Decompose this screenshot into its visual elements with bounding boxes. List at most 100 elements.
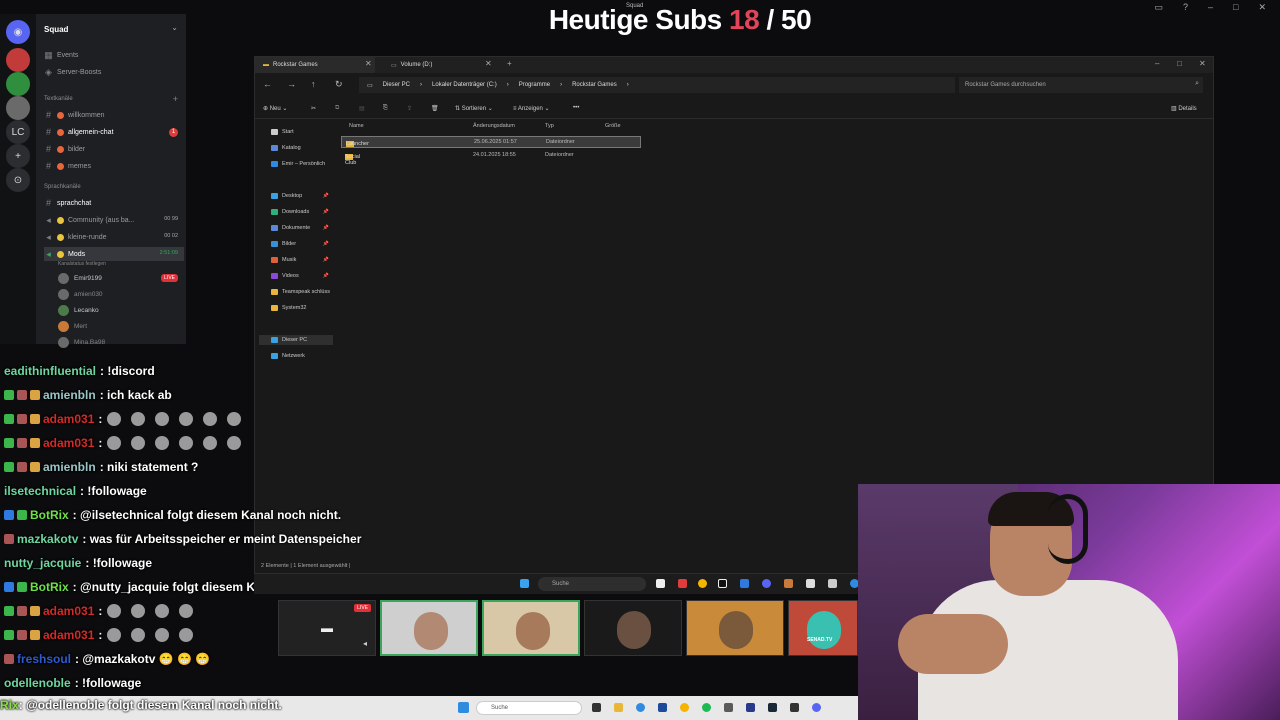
screen-share-tile[interactable]: LIVE ▬ ◂ <box>278 600 376 656</box>
chat-username[interactable]: amienbln <box>43 388 96 402</box>
voice-user[interactable]: Mert <box>58 319 87 333</box>
server-icon[interactable] <box>6 72 30 96</box>
close-icon[interactable]: ✕ <box>1258 2 1266 13</box>
add-channel-icon[interactable]: + <box>173 94 178 104</box>
chat-username[interactable]: eadithinfluential <box>4 364 96 378</box>
folder-icon[interactable] <box>614 703 623 712</box>
events-item[interactable]: ▦ Events <box>44 48 78 62</box>
maximize-icon[interactable]: □ <box>1233 2 1238 13</box>
nav-downloads[interactable]: Downloads <box>271 207 309 217</box>
participant-tile[interactable] <box>380 600 478 656</box>
text-category[interactable]: Textkanäle <box>44 96 73 102</box>
channel-willkommen[interactable]: # willkommen <box>44 108 105 122</box>
voice-channel-community[interactable]: ◂ Community (aus ba... <box>44 213 134 227</box>
chat-username[interactable]: nutty_jacquie <box>4 556 81 570</box>
voice-user[interactable]: Emir9199 <box>58 271 102 285</box>
chat-username[interactable]: BotRix <box>30 580 69 594</box>
forward-icon[interactable]: → <box>287 79 296 89</box>
minimize-icon[interactable]: – <box>1208 2 1213 13</box>
edge-icon[interactable] <box>636 703 645 712</box>
pin-icon[interactable]: 📌 <box>323 273 329 279</box>
paste-icon[interactable]: ▤ <box>359 105 365 112</box>
help-icon[interactable]: ? <box>1183 2 1188 13</box>
app-icon[interactable] <box>828 579 837 588</box>
nav-katalog[interactable]: Katalog <box>271 143 301 153</box>
tiktok-icon[interactable] <box>718 579 727 588</box>
app-icon[interactable] <box>740 579 749 588</box>
new-button[interactable]: ⊕ Neu ⌄ <box>263 105 287 112</box>
breadcrumb-item[interactable]: Rockstar Games <box>572 82 617 88</box>
app-icon[interactable] <box>724 703 733 712</box>
back-icon[interactable]: ← <box>263 79 272 89</box>
channel-status-hint[interactable]: Kanalstatus festlegen <box>58 261 106 267</box>
chrome-icon[interactable] <box>698 579 707 588</box>
windows-start-icon[interactable] <box>458 702 469 713</box>
app-icon[interactable] <box>746 703 755 712</box>
chat-username[interactable]: adam031 <box>43 604 94 618</box>
nav-teamspeak[interactable]: Teamspeak schlüss <box>271 287 330 297</box>
steam-icon[interactable] <box>768 703 777 712</box>
nav-onedrive[interactable]: Emir – Persönlich <box>271 159 325 169</box>
delete-icon[interactable]: 🗑 <box>431 105 439 112</box>
nav-system32[interactable]: System32 <box>271 303 306 313</box>
chrome-icon[interactable] <box>680 703 689 712</box>
host-search[interactable]: Suche <box>476 701 582 715</box>
pin-icon[interactable]: 📌 <box>323 241 329 247</box>
inbox-icon[interactable]: ▭ <box>1154 2 1163 13</box>
voice-user[interactable]: Lecanko <box>58 303 99 317</box>
chat-username[interactable]: ilsetechnical <box>4 484 76 498</box>
maximize-icon[interactable]: □ <box>1177 59 1182 68</box>
app-icon[interactable] <box>806 579 815 588</box>
app-icon[interactable] <box>784 579 793 588</box>
channel-allgemein-chat[interactable]: # allgemein-chat <box>44 125 114 139</box>
pin-icon[interactable]: 📌 <box>323 209 329 215</box>
tab-volume-d[interactable]: ▭ Volume (D:) <box>383 57 493 73</box>
search-input[interactable]: Rockstar Games durchsuchen <box>959 77 1203 93</box>
server-icon[interactable] <box>6 48 30 72</box>
add-server-icon[interactable]: + <box>6 144 30 168</box>
close-window-icon[interactable]: ✕ <box>1199 59 1206 68</box>
nav-desktop[interactable]: Desktop <box>271 191 302 201</box>
channel-memes[interactable]: # memes <box>44 159 91 173</box>
chat-username[interactable]: adam031 <box>43 412 94 426</box>
server-lc[interactable]: LC <box>6 120 30 144</box>
discord-home-icon[interactable]: ◉ <box>6 20 30 44</box>
spotify-icon[interactable] <box>702 703 711 712</box>
discord-icon[interactable] <box>812 703 821 712</box>
channel-sprachchat[interactable]: # sprachchat <box>44 196 91 210</box>
participant-tile[interactable]: SENAD.TV <box>788 600 858 656</box>
app-icon[interactable] <box>658 703 667 712</box>
voice-channel-kleine-runde[interactable]: ◂ kleine-runde <box>44 230 106 244</box>
discord-icon[interactable] <box>762 579 771 588</box>
discover-icon[interactable]: ⊙ <box>6 168 30 192</box>
taskbar-search[interactable]: Suche <box>538 577 646 591</box>
breadcrumb-item[interactable]: Lokaler Datenträger (C:) <box>432 82 497 88</box>
file-row-launcher[interactable]: Launcher 25.06.2025 01:57 Dateiordner <box>341 136 641 148</box>
rename-icon[interactable]: ⎘ <box>383 105 388 112</box>
server-boosts-item[interactable]: ◈ Server-Boosts <box>44 65 101 79</box>
chat-username[interactable]: amienbln <box>43 460 96 474</box>
close-tab-icon[interactable]: ✕ <box>485 59 492 68</box>
nav-start[interactable]: Start <box>271 127 294 137</box>
pin-icon[interactable]: 📌 <box>323 257 329 263</box>
minimize-icon[interactable]: – <box>1155 59 1159 68</box>
chat-username[interactable]: adam031 <box>43 628 94 642</box>
participant-tile[interactable] <box>686 600 784 656</box>
windows-start-icon[interactable] <box>520 579 529 588</box>
app-icon[interactable] <box>790 703 799 712</box>
chat-username[interactable]: freshsoul <box>17 652 71 666</box>
app-icon[interactable] <box>678 579 687 588</box>
column-header-type[interactable]: Typ <box>545 123 554 129</box>
breadcrumb[interactable]: ▭ Dieser PC › Lokaler Datenträger (C:) › P… <box>359 77 955 93</box>
file-row-social-club[interactable]: Social Club 24.01.2025 18:55 Dateiordner <box>341 150 641 166</box>
taskview-icon[interactable] <box>656 579 665 588</box>
more-icon[interactable]: ••• <box>573 105 579 111</box>
tab-rockstar-games[interactable]: ▬ Rockstar Games <box>255 57 375 73</box>
share-icon[interactable]: ⇪ <box>407 105 412 112</box>
pin-icon[interactable]: 📌 <box>323 225 329 231</box>
participant-tile[interactable] <box>584 600 682 656</box>
breadcrumb-item[interactable]: Dieser PC <box>383 82 410 88</box>
column-header-date[interactable]: Änderungsdatum <box>473 123 515 129</box>
search-icon[interactable]: ⌕ <box>1195 80 1199 88</box>
sort-button[interactable]: ⇅ Sortieren ⌄ <box>455 105 493 112</box>
